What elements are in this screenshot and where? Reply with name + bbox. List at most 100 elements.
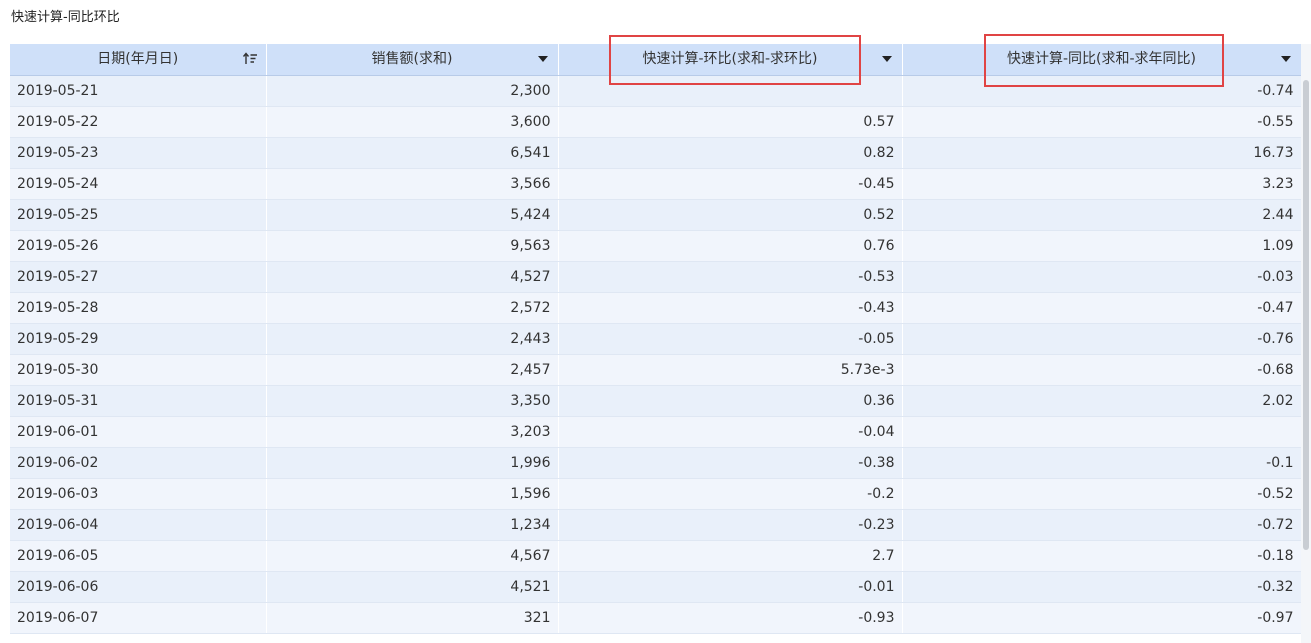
cell-yoy: -0.55 [902,106,1301,138]
cell-sales: 1,596 [266,478,559,510]
cell-date: 2019-05-23 [10,137,267,169]
cell-date: 2019-06-05 [10,540,267,572]
caret-down-icon[interactable] [537,56,548,62]
page-title: 快速计算-同比环比 [11,10,120,25]
cell-yoy: -0.32 [902,571,1301,603]
cell-mom: -0.2 [558,478,903,510]
cell-mom: 5.73e-3 [558,354,903,386]
caret-down-icon[interactable] [881,56,892,62]
cell-date: 2019-05-29 [10,323,267,355]
cell-date: 2019-05-24 [10,168,267,200]
table-row[interactable]: 2019-05-21 2,300 -0.74 [10,75,1301,107]
cell-mom [558,75,903,107]
cell-yoy: -0.47 [902,292,1301,324]
cell-sales: 2,443 [266,323,559,355]
table-row[interactable]: 2019-05-27 4,527 -0.53 -0.03 [10,261,1301,293]
vertical-scrollbar[interactable] [1301,44,1311,643]
cell-yoy: -0.74 [902,75,1301,107]
column-header-sales[interactable]: 销售额(求和) [266,44,559,76]
table-row[interactable]: 2019-06-06 4,521 -0.01 -0.32 [10,571,1301,603]
cell-yoy: 2.44 [902,199,1301,231]
cell-mom: -0.45 [558,168,903,200]
cell-sales: 1,234 [266,509,559,541]
cell-date: 2019-05-28 [10,292,267,324]
table-row[interactable]: 2019-05-22 3,600 0.57 -0.55 [10,106,1301,138]
cell-yoy: 2.02 [902,385,1301,417]
table-row[interactable]: 2019-05-29 2,443 -0.05 -0.76 [10,323,1301,355]
cell-date: 2019-06-06 [10,571,267,603]
cell-mom: 2.7 [558,540,903,572]
cell-sales: 4,527 [266,261,559,293]
cell-mom: 0.82 [558,137,903,169]
table-row[interactable]: 2019-06-01 3,203 -0.04 [10,416,1301,448]
table-row[interactable]: 2019-05-30 2,457 5.73e-3 -0.68 [10,354,1301,386]
cell-sales: 4,567 [266,540,559,572]
table-row[interactable]: 2019-06-04 1,234 -0.23 -0.72 [10,509,1301,541]
cell-yoy: -0.03 [902,261,1301,293]
cell-mom: 0.52 [558,199,903,231]
column-header-mom[interactable]: 快速计算-环比(求和-求环比) [558,44,903,76]
column-header-date-label: 日期(年月日) [97,51,179,67]
cell-sales: 2,572 [266,292,559,324]
cell-date: 2019-05-27 [10,261,267,293]
column-header-date[interactable]: 日期(年月日) [10,44,267,76]
cell-sales: 3,203 [266,416,559,448]
cell-yoy: 16.73 [902,137,1301,169]
table-row[interactable]: 2019-06-03 1,596 -0.2 -0.52 [10,478,1301,510]
cell-mom: 0.76 [558,230,903,262]
table-row[interactable]: 2019-05-26 9,563 0.76 1.09 [10,230,1301,262]
cell-date: 2019-06-01 [10,416,267,448]
cell-yoy: -0.72 [902,509,1301,541]
cell-yoy: 3.23 [902,168,1301,200]
cell-date: 2019-06-07 [10,602,267,634]
cell-sales: 321 [266,602,559,634]
cell-yoy: -0.52 [902,478,1301,510]
cell-sales: 2,457 [266,354,559,386]
table-row[interactable]: 2019-05-24 3,566 -0.45 3.23 [10,168,1301,200]
table-row[interactable]: 2019-06-02 1,996 -0.38 -0.1 [10,447,1301,479]
cell-sales: 3,350 [266,385,559,417]
cell-date: 2019-05-30 [10,354,267,386]
column-header-yoy[interactable]: 快速计算-同比(求和-求年同比) [902,44,1301,76]
cell-yoy: 1.09 [902,230,1301,262]
table-row[interactable]: 2019-05-31 3,350 0.36 2.02 [10,385,1301,417]
cell-sales: 3,600 [266,106,559,138]
cell-sales: 2,300 [266,75,559,107]
cell-date: 2019-05-21 [10,75,267,107]
cell-mom: -0.53 [558,261,903,293]
data-table: 日期(年月日) 销售额(求和) 快速计算-环比(求和-求环比) 快速计算-同比(… [10,44,1301,634]
table-row[interactable]: 2019-05-28 2,572 -0.43 -0.47 [10,292,1301,324]
cell-date: 2019-05-25 [10,199,267,231]
cell-date: 2019-06-02 [10,447,267,479]
table-row[interactable]: 2019-05-23 6,541 0.82 16.73 [10,137,1301,169]
cell-sales: 4,521 [266,571,559,603]
cell-sales: 5,424 [266,199,559,231]
column-header-yoy-label: 快速计算-同比(求和-求年同比) [1006,51,1197,67]
cell-yoy: -0.18 [902,540,1301,572]
table-row[interactable]: 2019-05-25 5,424 0.52 2.44 [10,199,1301,231]
cell-date: 2019-05-31 [10,385,267,417]
cell-sales: 6,541 [266,137,559,169]
cell-date: 2019-05-26 [10,230,267,262]
cell-date: 2019-06-03 [10,478,267,510]
cell-sales: 3,566 [266,168,559,200]
column-header-mom-label: 快速计算-环比(求和-求环比) [642,51,818,67]
data-table-container: 日期(年月日) 销售额(求和) 快速计算-环比(求和-求环比) 快速计算-同比(… [10,44,1301,643]
scrollbar-thumb[interactable] [1303,80,1309,550]
cell-yoy: -0.97 [902,602,1301,634]
cell-mom: -0.93 [558,602,903,634]
cell-yoy: -0.76 [902,323,1301,355]
table-body: 2019-05-21 2,300 -0.74 2019-05-22 3,600 0.57-… [10,75,1301,634]
cell-sales: 1,996 [266,447,559,479]
sort-ascending-icon[interactable] [242,52,258,66]
cell-date: 2019-06-04 [10,509,267,541]
cell-mom: -0.23 [558,509,903,541]
cell-sales: 9,563 [266,230,559,262]
cell-mom: -0.01 [558,571,903,603]
table-row[interactable]: 2019-06-07 321 -0.93 -0.97 [10,602,1301,634]
cell-yoy [902,416,1301,448]
table-row[interactable]: 2019-06-05 4,567 2.7 -0.18 [10,540,1301,572]
caret-down-icon[interactable] [1280,56,1291,62]
cell-mom: 0.36 [558,385,903,417]
table-header: 日期(年月日) 销售额(求和) 快速计算-环比(求和-求环比) 快速计算-同比(… [10,44,1301,76]
